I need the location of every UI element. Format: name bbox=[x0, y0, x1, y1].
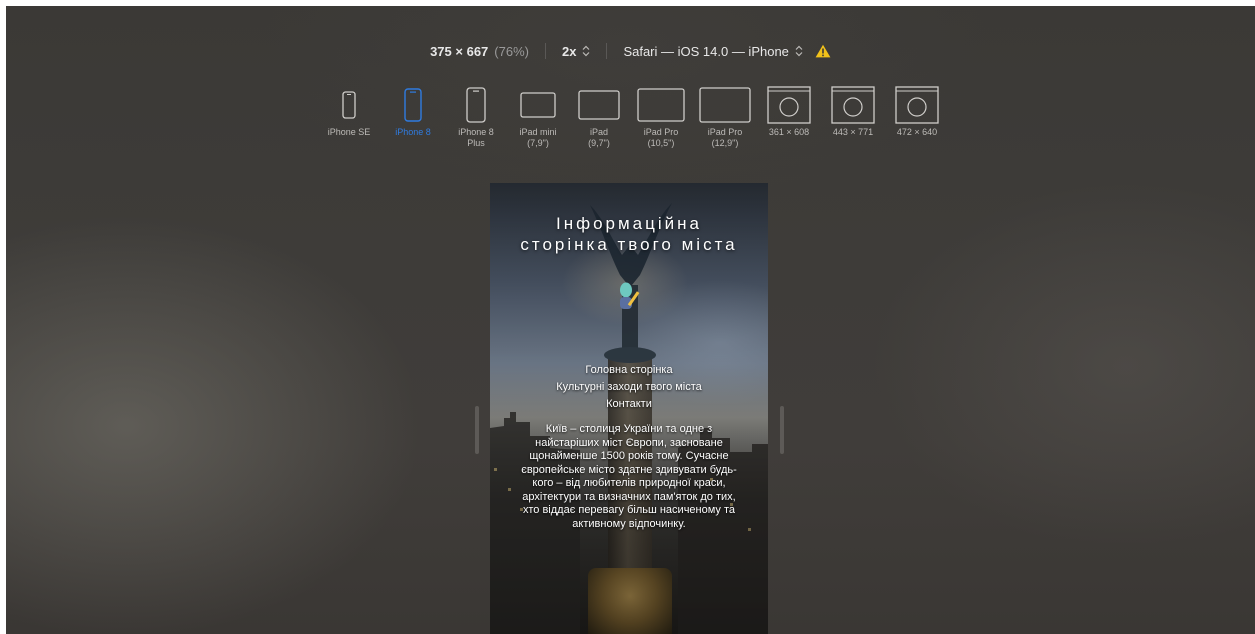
viewport-size-value: 375 × 667 bbox=[430, 43, 489, 59]
separator bbox=[544, 43, 546, 59]
city-description: Київ – столиця України та одне з найстар… bbox=[521, 423, 737, 530]
device-label: iPad mini (7,9") bbox=[519, 127, 557, 148]
device-iphone-se[interactable]: iPhone SE bbox=[317, 84, 381, 164]
device-ipad[interactable]: iPad (9,7") bbox=[569, 84, 629, 164]
separator bbox=[606, 43, 608, 59]
iphone-8-icon bbox=[404, 84, 422, 126]
ipad-icon bbox=[578, 84, 620, 126]
iphone-se-icon bbox=[342, 84, 356, 126]
resize-handle-left[interactable] bbox=[475, 406, 479, 454]
device-label: iPad (9,7") bbox=[588, 127, 610, 148]
viewport-size[interactable]: 375 × 667 (76%) bbox=[430, 44, 529, 59]
site-title: Інформаційна сторінка твого міста bbox=[520, 214, 738, 254]
device-presets: iPhone SE iPhone 8 iPhone 8 Plus iPad mi… bbox=[317, 84, 949, 164]
device-iphone-8-plus[interactable]: iPhone 8 Plus bbox=[445, 84, 507, 164]
nav-link-home[interactable]: Головна сторінка bbox=[490, 362, 768, 379]
compass-icon bbox=[895, 84, 939, 126]
updown-arrows-icon bbox=[795, 45, 803, 57]
zoom-level: (76%) bbox=[494, 43, 529, 59]
device-ipad-pro-10[interactable]: iPad Pro (10,5") bbox=[629, 84, 693, 164]
device-custom-2[interactable]: 443 × 771 bbox=[821, 84, 885, 164]
ipad-pro-12-icon bbox=[699, 84, 751, 126]
warning-icon[interactable] bbox=[815, 44, 831, 58]
device-label: iPhone 8 Plus bbox=[458, 127, 494, 148]
device-label: 361 × 608 bbox=[768, 127, 810, 137]
user-agent-select[interactable]: Safari — iOS 14.0 — iPhone bbox=[623, 43, 831, 59]
device-label: iPad Pro (10,5") bbox=[643, 127, 679, 148]
iphone-8-plus-icon bbox=[466, 84, 486, 126]
device-iphone-8[interactable]: iPhone 8 bbox=[381, 84, 445, 164]
device-label: iPhone 8 bbox=[395, 127, 431, 137]
device-ipad-mini[interactable]: iPad mini (7,9") bbox=[507, 84, 569, 164]
user-agent-value: Safari — iOS 14.0 — iPhone bbox=[623, 43, 789, 59]
scientist-emoji-icon bbox=[620, 282, 640, 309]
nav-link-events[interactable]: Культурні заходи твого міста bbox=[490, 379, 768, 396]
device-label: iPad Pro (12,9") bbox=[707, 127, 743, 148]
device-ipad-pro-12[interactable]: iPad Pro (12,9") bbox=[693, 84, 757, 164]
device-label: 472 × 640 bbox=[896, 127, 938, 137]
device-viewport: Інформаційна сторінка твого міста Головн… bbox=[490, 183, 768, 634]
pixel-ratio-value: 2x bbox=[561, 43, 577, 59]
ipad-mini-icon bbox=[520, 84, 556, 126]
nav-link-contacts[interactable]: Контакти bbox=[490, 396, 768, 413]
device-label: iPhone SE bbox=[327, 127, 371, 137]
compass-icon bbox=[831, 84, 875, 126]
updown-arrows-icon bbox=[582, 45, 590, 57]
resize-handle-right[interactable] bbox=[780, 406, 784, 454]
device-custom-1[interactable]: 361 × 608 bbox=[757, 84, 821, 164]
pixel-ratio-select[interactable]: 2x bbox=[562, 44, 590, 59]
compass-icon bbox=[767, 84, 811, 126]
responsive-design-mode: 375 × 667 (76%) 2x Safari — iOS 14.0 — i… bbox=[6, 6, 1255, 634]
toolbar: 375 × 667 (76%) 2x Safari — iOS 14.0 — i… bbox=[6, 40, 1255, 62]
ipad-pro-10-icon bbox=[637, 84, 685, 126]
device-custom-3[interactable]: 472 × 640 bbox=[885, 84, 949, 164]
site-nav: Головна сторінка Культурні заходи твого … bbox=[490, 362, 768, 413]
device-label: 443 × 771 bbox=[832, 127, 874, 137]
